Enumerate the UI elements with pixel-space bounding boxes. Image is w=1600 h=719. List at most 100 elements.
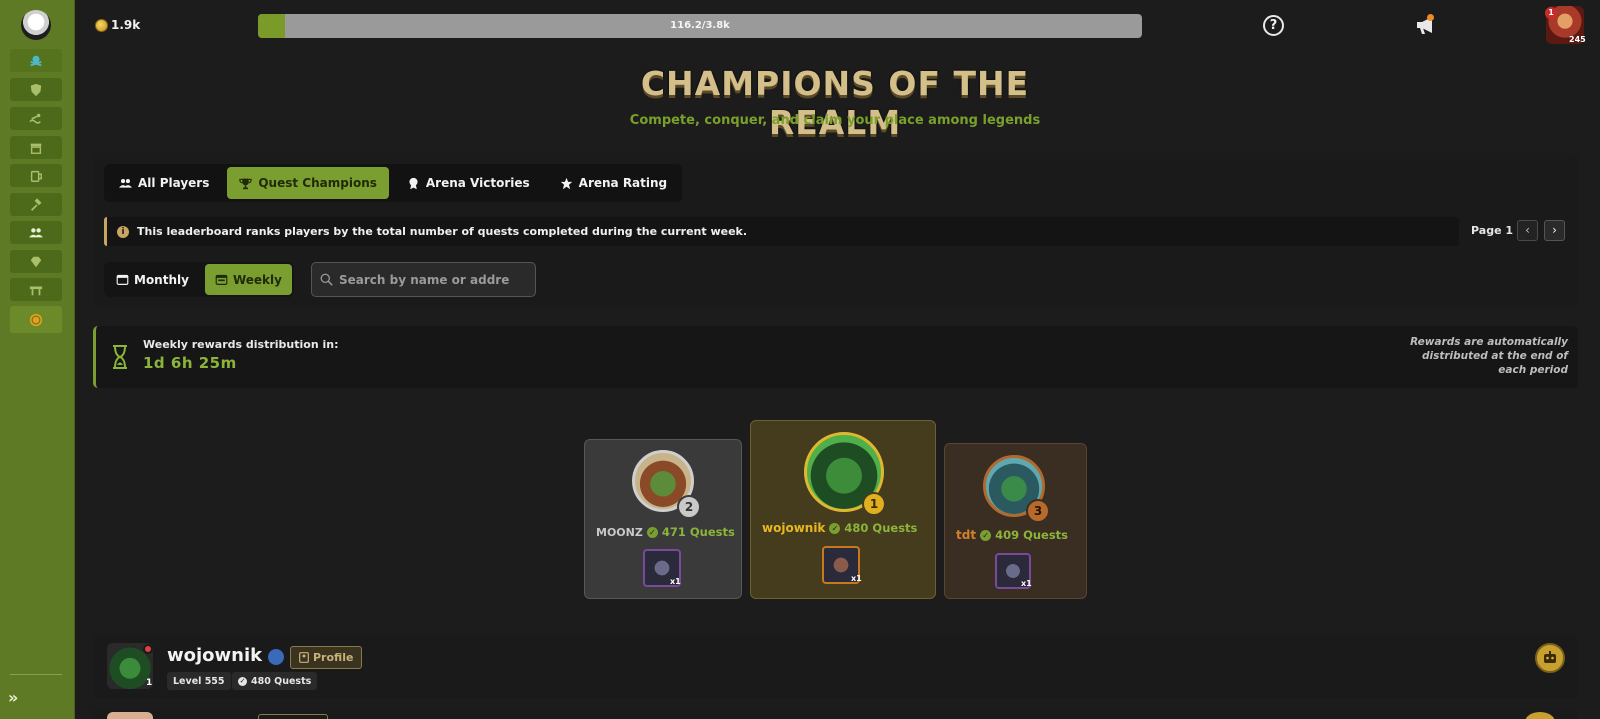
bridge-icon [29, 286, 43, 295]
users-icon [29, 227, 43, 237]
rewards-banner: Weekly rewards distribution in: 1d 6h 25… [93, 326, 1578, 388]
tab-label: Quest Champions [258, 176, 377, 190]
rank-badge-second: 2 [677, 495, 701, 519]
sidebar-item-travel[interactable] [10, 107, 62, 130]
sidebar-item-leaderboard[interactable] [10, 221, 62, 244]
level-chip: Level 555 [167, 672, 231, 690]
medal-icon [409, 177, 418, 189]
sidebar-item-tavern[interactable] [10, 164, 62, 187]
megaphone-icon[interactable] [1414, 14, 1438, 36]
id-card-icon [299, 652, 309, 663]
sidebar-item-guild[interactable] [10, 78, 62, 101]
mug-icon [30, 170, 42, 182]
tab-arena-victories[interactable]: Arena Victories [395, 167, 542, 199]
skull-crossbones-icon [30, 55, 42, 66]
star-icon [560, 177, 572, 189]
info-banner: i This leaderboard ranks players by the … [104, 217, 1459, 246]
podium-second-name: MOONZ [596, 525, 643, 539]
robot-face-icon [1544, 651, 1556, 663]
users-icon [119, 178, 132, 188]
tab-label: All Players [138, 176, 210, 190]
verified-shield-icon [268, 649, 284, 665]
calendar-icon [116, 274, 129, 285]
podium-second-info: MOONZ ✓ 471 Quests [596, 525, 735, 539]
coin-balance: 1.9k [95, 18, 140, 32]
leaderboard-row[interactable]: 1 wojownik Profile Level 555 ✓ 480 Quest… [93, 635, 1578, 698]
page-indicator: Page 1 [1471, 224, 1514, 237]
check-icon: ✓ [829, 522, 841, 534]
sidebar-item-quests[interactable] [10, 49, 62, 72]
podium-third-name: tdt [956, 528, 977, 542]
reward-quantity: x1 [670, 577, 681, 586]
shield-icon [30, 83, 42, 96]
user-notification-badge: 1 [1545, 7, 1557, 19]
robot-icon[interactable] [1535, 643, 1565, 673]
expand-sidebar-icon[interactable]: » [8, 688, 28, 708]
coin-icon [29, 313, 43, 326]
quests-chip: ✓ 480 Quests [232, 672, 318, 690]
skull-logo-icon[interactable] [21, 10, 51, 40]
coin-icon [95, 18, 108, 32]
rewards-label: Weekly rewards distribution in: [143, 338, 339, 351]
podium-third-info: tdt ✓ 409 Quests [956, 528, 1068, 542]
hourglass-icon [113, 345, 127, 369]
rank-badge-first: 1 [862, 492, 886, 516]
help-icon[interactable]: ? [1263, 15, 1284, 36]
profile-label: Profile [313, 651, 354, 664]
podium-third-quests: 409 Quests [995, 528, 1069, 542]
xp-progress-bar: 116.2/3.8k [258, 14, 1142, 38]
hammer-icon [31, 197, 42, 211]
check-icon: ✓ [980, 529, 992, 541]
avatar[interactable] [107, 712, 153, 719]
row-rank: 1 [146, 678, 153, 688]
monthly-button[interactable]: Monthly [106, 264, 199, 295]
podium-first-quests: 480 Quests [844, 521, 918, 535]
search-box [311, 262, 536, 297]
leaderboard-row[interactable] [93, 708, 1578, 719]
check-icon: ✓ [238, 676, 247, 686]
status-dot [143, 644, 153, 654]
gem-icon [30, 256, 42, 267]
profile-button[interactable]: Profile [290, 646, 363, 669]
app: » 1.9k 116.2/3.8k ? 1 245 CHAMPIONS OF T… [0, 0, 1600, 719]
info-icon: i [117, 225, 129, 238]
notification-dot [1427, 14, 1434, 21]
coin-amount: 1.9k [111, 18, 141, 32]
tab-quest-champions[interactable]: Quest Champions [227, 167, 389, 199]
trophy-icon [239, 178, 253, 189]
prev-page-button[interactable]: ‹ [1517, 220, 1538, 241]
profile-button[interactable] [258, 714, 328, 719]
check-icon: ✓ [646, 526, 658, 538]
player-name: wojownik [167, 645, 263, 666]
swim-icon [29, 113, 41, 124]
topbar: 1.9k 116.2/3.8k ? 1 245 [75, 0, 1600, 50]
level-text: Level 555 [173, 675, 225, 687]
search-input[interactable] [339, 272, 529, 287]
sidebar-item-shop[interactable] [10, 136, 62, 159]
tab-all-players[interactable]: All Players [107, 167, 221, 199]
weekly-button[interactable]: Weekly [204, 264, 292, 295]
page-title: CHAMPIONS OF THE REALM [640, 64, 1030, 142]
store-icon [30, 143, 42, 154]
sidebar: » [0, 0, 75, 719]
sidebar-item-forge[interactable] [10, 193, 62, 216]
sidebar-divider [10, 674, 62, 675]
sidebar-item-market[interactable] [10, 278, 62, 301]
user-level: 245 [1569, 35, 1586, 44]
sidebar-item-gems[interactable] [10, 250, 62, 273]
xp-progress-text: 116.2/3.8k [670, 20, 730, 31]
rank-badge-third: 3 [1026, 499, 1050, 523]
robot-icon[interactable] [1525, 712, 1555, 719]
calendar-week-icon [215, 274, 228, 285]
page-subtitle: Compete, conquer, and claim your place a… [629, 113, 1041, 128]
tab-label: Arena Victories [425, 176, 530, 190]
tab-arena-rating[interactable]: Arena Rating [548, 167, 679, 199]
rewards-note: Rewards are automatically distributed at… [1410, 336, 1568, 376]
next-page-button[interactable]: › [1544, 220, 1565, 241]
weekly-label: Weekly [232, 272, 282, 287]
period-toggle: Monthly Weekly [104, 262, 294, 297]
podium-first-info: wojownik ✓ 480 Quests [762, 521, 917, 535]
leaderboard-tabs: All Players Quest Champions Arena Victor… [104, 164, 683, 202]
reward-quantity: x1 [1021, 579, 1032, 588]
sidebar-item-coins[interactable] [10, 306, 62, 333]
